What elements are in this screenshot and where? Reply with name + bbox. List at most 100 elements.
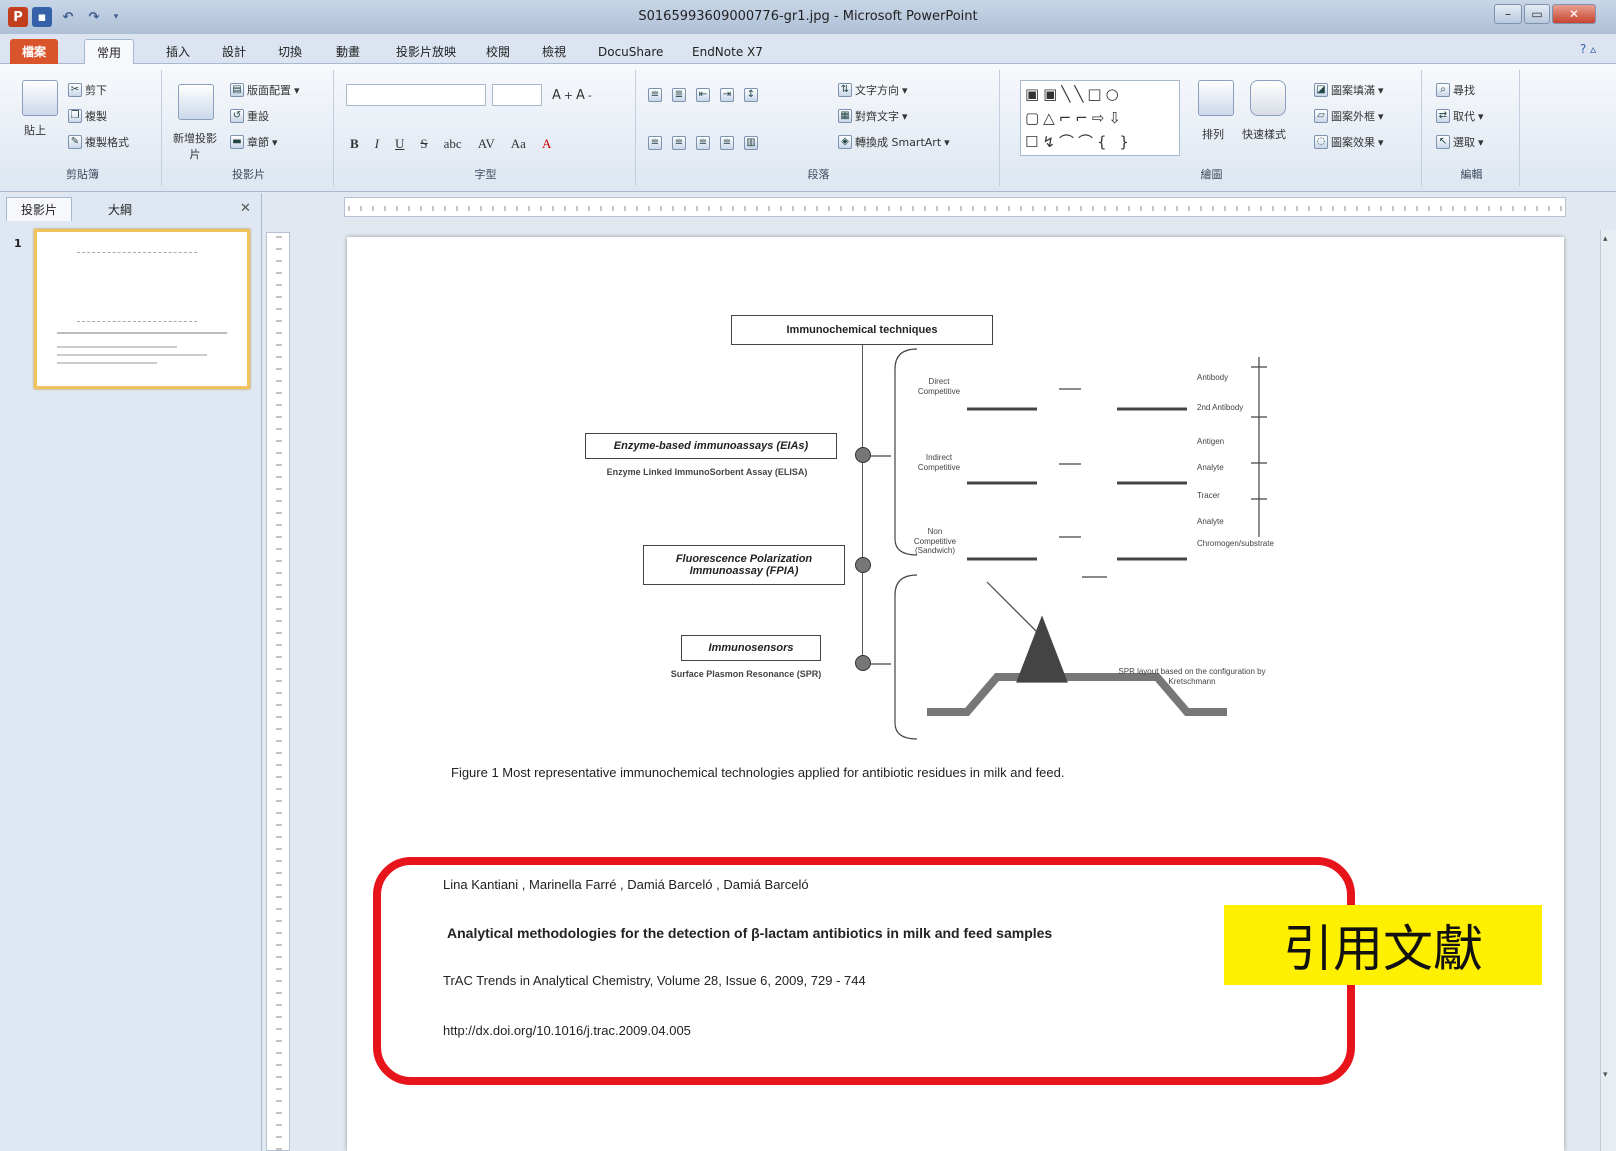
new-slide-button[interactable]: 新增投影片 bbox=[170, 130, 220, 162]
thumbnail-ref-line bbox=[57, 354, 207, 356]
tab-outline-pane[interactable]: 大綱 bbox=[94, 197, 146, 221]
close-button[interactable]: ✕ bbox=[1552, 4, 1596, 24]
legend-item: 2nd Antibody bbox=[1197, 403, 1244, 412]
arrange-icon[interactable] bbox=[1198, 80, 1234, 116]
fill-icon: ◪ bbox=[1314, 83, 1328, 97]
maximize-button[interactable]: ▭ bbox=[1524, 4, 1550, 24]
line-spacing-icon: ↕ bbox=[744, 88, 758, 102]
tab-design[interactable]: 設計 bbox=[210, 39, 258, 64]
paste-icon[interactable] bbox=[22, 80, 58, 116]
editing-group: ⌕ 尋找 ⇄ 取代 ▾ ↖ 選取 ▾ 編輯 bbox=[1424, 70, 1520, 186]
indirect-label: Indirect Competitive bbox=[917, 453, 961, 472]
help-icon[interactable]: ? ▵ bbox=[1580, 42, 1596, 56]
new-slide-icon[interactable] bbox=[178, 84, 214, 120]
shape-outline-button[interactable]: ▱ 圖案外框 ▾ bbox=[1314, 108, 1384, 124]
reference-doi[interactable]: http://dx.doi.org/10.1016/j.trac.2009.04… bbox=[443, 1023, 691, 1038]
paragraph-group: ≡ ≣ ⇤ ⇥ ↕ ≡ ≡ ≡ ≡ ▥ ⇅ 文字方向 ▾ ▦ 對齊文字 ▾ ◈ 轉換成 SmartAr… bbox=[638, 70, 1000, 186]
section-icon: ▬ bbox=[230, 135, 244, 149]
tab-file[interactable]: 檔案 bbox=[10, 39, 59, 64]
tab-insert[interactable]: 插入 bbox=[154, 39, 202, 64]
legend-item: Chromogen/substrate bbox=[1197, 539, 1274, 548]
vertical-scrollbar[interactable]: ▴ ▾ bbox=[1600, 230, 1616, 1151]
copy-button[interactable]: ❐ 複製 bbox=[68, 108, 107, 124]
quick-styles-icon[interactable] bbox=[1250, 80, 1286, 116]
close-pane-icon[interactable]: ✕ bbox=[240, 201, 251, 216]
scroll-down-icon[interactable]: ▾ bbox=[1603, 1070, 1613, 1080]
reset-icon: ↺ bbox=[230, 109, 244, 123]
tab-slides-pane[interactable]: 投影片 bbox=[6, 197, 73, 221]
tab-view[interactable]: 檢視 bbox=[530, 39, 578, 64]
text-direction-button[interactable]: ⇅ 文字方向 ▾ bbox=[838, 82, 908, 98]
replace-button[interactable]: ⇄ 取代 ▾ bbox=[1436, 108, 1484, 124]
shape-effects-button[interactable]: ◌ 圖案效果 ▾ bbox=[1314, 134, 1384, 150]
editing-group-label: 編輯 bbox=[1460, 168, 1483, 181]
horizontal-ruler-ticks bbox=[348, 206, 1562, 211]
spr-note: SPR layout based on the configuration by… bbox=[1118, 667, 1266, 686]
tab-transitions[interactable]: 切換 bbox=[266, 39, 314, 64]
font-name-combo[interactable] bbox=[346, 84, 486, 106]
scissors-icon: ✂ bbox=[68, 83, 82, 97]
replace-icon: ⇄ bbox=[1436, 109, 1450, 123]
effects-icon: ◌ bbox=[1314, 135, 1328, 149]
figure-caption: Figure 1 Most representative immunochemi… bbox=[451, 765, 1065, 780]
arrange-button[interactable]: 排列 bbox=[1202, 126, 1224, 142]
select-button[interactable]: ↖ 選取 ▾ bbox=[1436, 134, 1484, 150]
numbering-icon: ≣ bbox=[672, 88, 686, 102]
slide-thumbnail[interactable] bbox=[34, 229, 250, 389]
paste-button[interactable]: 貼上 bbox=[24, 122, 46, 138]
thumbnail-figure bbox=[77, 252, 197, 322]
cursor-icon: ↖ bbox=[1436, 135, 1450, 149]
reference-authors: Lina Kantiani , Marinella Farré , Damiá … bbox=[443, 877, 809, 892]
slides-pane: 投影片 大綱 ✕ 1 bbox=[0, 193, 262, 1151]
section-button[interactable]: ▬ 章節 ▾ bbox=[230, 134, 278, 150]
reset-button[interactable]: ↺ 重設 bbox=[230, 108, 269, 124]
font-size-combo[interactable] bbox=[492, 84, 542, 106]
align-buttons[interactable]: ≡ ≡ ≡ ≡ ▥ bbox=[648, 136, 758, 150]
quick-styles-button[interactable]: 快速樣式 bbox=[1242, 126, 1286, 142]
vertical-ruler bbox=[266, 232, 290, 1151]
copy-icon: ❐ bbox=[68, 109, 82, 123]
tab-review[interactable]: 校閱 bbox=[474, 39, 522, 64]
tab-endnote[interactable]: EndNote X7 bbox=[680, 39, 775, 64]
list-buttons[interactable]: ≡ ≣ ⇤ ⇥ ↕ bbox=[648, 88, 758, 102]
horizontal-ruler bbox=[344, 197, 1566, 217]
tab-docushare[interactable]: DocuShare bbox=[586, 39, 675, 64]
noncomp-label: Non Competitive (Sandwich) bbox=[913, 527, 957, 556]
tab-home[interactable]: 常用 bbox=[84, 39, 135, 64]
shapes-gallery[interactable]: ▣▣╲╲□○ ▢△⌐⌐⇨⇩ ☐↯⌒⌒{ } bbox=[1020, 80, 1180, 156]
grow-font-button[interactable]: A + A- bbox=[552, 88, 592, 103]
font-style-buttons[interactable]: B I U Sabc AV Aa A bbox=[350, 136, 551, 152]
citation-callout: 引用文獻 bbox=[1224, 905, 1542, 985]
smartart-icon: ◈ bbox=[838, 135, 852, 149]
layout-button[interactable]: ▤ 版面配置 ▾ bbox=[230, 82, 300, 98]
figure-lines bbox=[871, 348, 1267, 740]
process-arrows bbox=[1059, 388, 1081, 538]
align-text-icon: ▦ bbox=[838, 109, 852, 123]
find-button[interactable]: ⌕ 尋找 bbox=[1436, 82, 1475, 98]
eia-brace bbox=[894, 348, 918, 556]
shape-fill-button[interactable]: ◪ 圖案填滿 ▾ bbox=[1314, 82, 1384, 98]
format-painter-button[interactable]: ✎ 複製格式 bbox=[68, 134, 129, 150]
tab-animations[interactable]: 動畫 bbox=[324, 39, 372, 64]
align-text-button[interactable]: ▦ 對齊文字 ▾ bbox=[838, 108, 908, 124]
legend-item: Analyte bbox=[1197, 517, 1224, 526]
tab-slideshow[interactable]: 投影片放映 bbox=[384, 39, 468, 64]
legend-item: Antigen bbox=[1197, 437, 1225, 446]
align-center-icon: ≡ bbox=[672, 136, 686, 150]
window-title: S0165993609000776-gr1.jpg - Microsoft Po… bbox=[638, 9, 978, 24]
legend-item: Analyte bbox=[1197, 463, 1224, 472]
outline-icon: ▱ bbox=[1314, 109, 1328, 123]
indent-icon: ⇤ bbox=[696, 88, 710, 102]
smartart-button[interactable]: ◈ 轉換成 SmartArt ▾ bbox=[838, 134, 950, 150]
thumbnail-ref-line bbox=[57, 346, 177, 348]
layout-icon: ▤ bbox=[230, 83, 244, 97]
slides-group-label: 投影片 bbox=[232, 168, 265, 181]
drawing-group-label: 繪圖 bbox=[1200, 168, 1223, 181]
outdent-icon: ⇥ bbox=[720, 88, 734, 102]
minimize-button[interactable]: – bbox=[1494, 4, 1522, 24]
slide-canvas[interactable]: Immunochemical techniques Enzyme-based i… bbox=[347, 237, 1564, 1151]
scroll-up-icon[interactable]: ▴ bbox=[1603, 234, 1613, 244]
legend-item: Antibody bbox=[1197, 373, 1229, 382]
cut-button[interactable]: ✂ 剪下 bbox=[68, 82, 107, 98]
legend-glyphs bbox=[1251, 357, 1267, 537]
